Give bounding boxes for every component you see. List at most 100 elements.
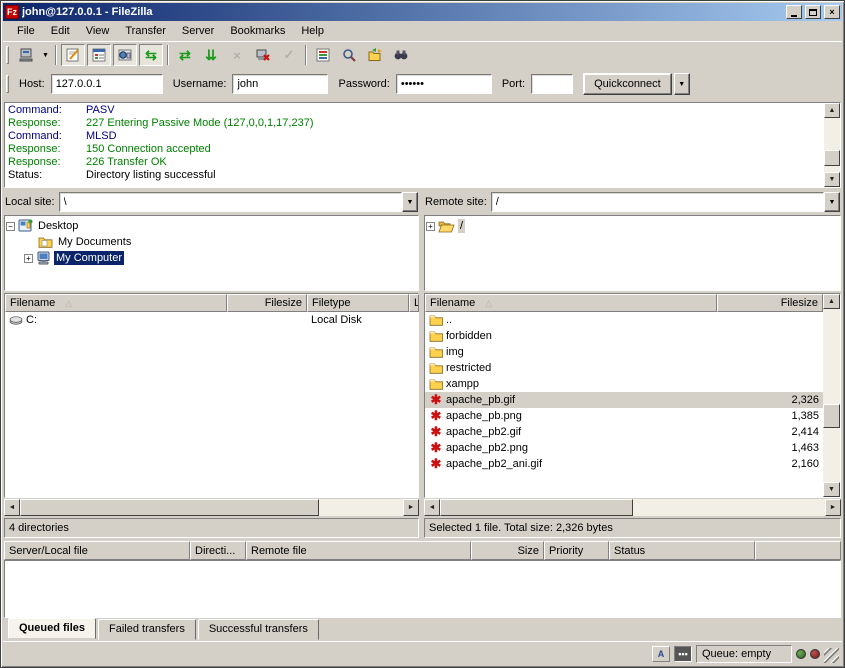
expander-expanded-icon[interactable]: − xyxy=(6,222,15,231)
local-site-combo[interactable]: ▼ xyxy=(59,192,418,212)
log-vertical-scrollbar[interactable]: ▲ ▼ xyxy=(824,103,840,187)
tab-failed-transfers[interactable]: Failed transfers xyxy=(98,619,196,640)
directory-comparison-button[interactable] xyxy=(337,44,361,66)
transfer-type-icon[interactable]: A xyxy=(652,646,670,662)
menu-help[interactable]: Help xyxy=(293,22,332,40)
maximize-button[interactable] xyxy=(805,5,821,19)
remote-file-row[interactable]: img xyxy=(425,344,823,360)
tree-item-my-documents[interactable]: My Documents xyxy=(6,234,417,250)
resize-grip[interactable] xyxy=(824,648,839,663)
scroll-track[interactable] xyxy=(824,118,840,172)
scroll-thumb[interactable] xyxy=(824,150,840,166)
column-header-filename[interactable]: Filename △ xyxy=(425,294,717,312)
local-site-dropdown[interactable]: ▼ xyxy=(402,192,418,212)
local-site-input[interactable] xyxy=(59,192,402,212)
expander-collapsed-icon[interactable]: + xyxy=(24,254,33,263)
queue-body[interactable] xyxy=(4,560,841,618)
host-input[interactable] xyxy=(51,74,163,94)
remote-file-row[interactable]: ✱apache_pb2.png 1,463 xyxy=(425,440,823,456)
quickconnect-dropdown[interactable]: ▼ xyxy=(674,73,690,95)
column-header-filetype[interactable]: Filetype xyxy=(307,294,409,312)
toggle-message-log-button[interactable] xyxy=(61,44,85,66)
toggle-local-tree-button[interactable] xyxy=(87,44,111,66)
title-bar[interactable]: Fz john@127.0.0.1 - FileZilla × xyxy=(3,3,842,21)
menu-view[interactable]: View xyxy=(78,22,118,40)
remote-file-row[interactable]: ✱apache_pb2_ani.gif 2,160 xyxy=(425,456,823,472)
tree-item-root[interactable]: + / xyxy=(426,218,839,234)
site-manager-dropdown[interactable]: ▼ xyxy=(39,44,52,66)
remote-file-row-selected[interactable]: ✱apache_pb.gif 2,326 xyxy=(425,392,823,408)
scroll-down-button[interactable]: ▼ xyxy=(824,172,840,187)
scroll-up-button[interactable]: ▲ xyxy=(823,294,840,309)
process-queue-button[interactable]: ⇊ xyxy=(199,44,223,66)
scroll-track[interactable] xyxy=(440,499,825,516)
speed-limit-icon[interactable]: ••• xyxy=(674,646,692,662)
menu-server[interactable]: Server xyxy=(174,22,222,40)
remote-file-row[interactable]: ✱apache_pb2.gif 2,414 xyxy=(425,424,823,440)
find-files-button[interactable] xyxy=(389,44,413,66)
menu-file[interactable]: File xyxy=(9,22,43,40)
local-list-body[interactable]: C: Local Disk xyxy=(5,312,418,497)
port-input[interactable] xyxy=(531,74,573,94)
column-header-direction[interactable]: Directi... xyxy=(190,541,246,560)
remote-file-row[interactable]: .. xyxy=(425,312,823,328)
scroll-thumb[interactable] xyxy=(823,404,840,428)
scroll-left-button[interactable]: ◄ xyxy=(4,499,20,516)
remote-file-row[interactable]: ✱apache_pb.png 1,385 xyxy=(425,408,823,424)
column-header-priority[interactable]: Priority xyxy=(544,541,609,560)
username-input[interactable] xyxy=(232,74,328,94)
minimize-button[interactable] xyxy=(786,5,802,19)
column-header-last-modified[interactable]: L xyxy=(409,294,419,312)
scroll-right-button[interactable]: ► xyxy=(825,499,841,516)
column-header-filename[interactable]: Filename △ xyxy=(5,294,227,312)
site-manager-button[interactable] xyxy=(14,44,38,66)
password-input[interactable] xyxy=(396,74,492,94)
scroll-up-button[interactable]: ▲ xyxy=(824,103,840,118)
scroll-thumb[interactable] xyxy=(440,499,633,516)
column-header-filesize[interactable]: Filesize xyxy=(717,294,823,312)
menu-transfer[interactable]: Transfer xyxy=(117,22,174,40)
quickconnect-grip[interactable] xyxy=(6,75,9,93)
remote-tree[interactable]: + / xyxy=(424,215,841,291)
column-header-remote-file[interactable]: Remote file xyxy=(246,541,471,560)
refresh-button[interactable]: ⇄ xyxy=(173,44,197,66)
toggle-remote-tree-button[interactable] xyxy=(113,44,137,66)
local-file-row[interactable]: C: Local Disk xyxy=(5,312,418,328)
tree-item-desktop[interactable]: − Desktop xyxy=(6,218,417,234)
remote-horizontal-scrollbar[interactable]: ◄ ► xyxy=(424,499,841,516)
remote-file-row[interactable]: forbidden xyxy=(425,328,823,344)
cancel-operation-button[interactable]: × xyxy=(225,44,249,66)
local-tree[interactable]: − Desktop My Documents + xyxy=(4,215,419,291)
message-log-lines[interactable]: Command:PASV Response:227 Entering Passi… xyxy=(5,103,824,187)
close-button[interactable]: × xyxy=(824,5,840,19)
expander-collapsed-icon[interactable]: + xyxy=(426,222,435,231)
remote-site-input[interactable] xyxy=(491,192,824,212)
scroll-track[interactable] xyxy=(823,309,840,482)
scroll-down-button[interactable]: ▼ xyxy=(823,482,840,497)
column-header-status[interactable]: Status xyxy=(609,541,755,560)
remote-vertical-scrollbar[interactable]: ▲ ▼ xyxy=(823,294,840,497)
quickconnect-button[interactable]: Quickconnect xyxy=(583,73,672,95)
column-header-filesize[interactable]: Filesize xyxy=(227,294,307,312)
disconnect-button[interactable] xyxy=(251,44,275,66)
filter-button[interactable] xyxy=(311,44,335,66)
column-header-size[interactable]: Size xyxy=(471,541,544,560)
scroll-left-button[interactable]: ◄ xyxy=(424,499,440,516)
remote-site-combo[interactable]: ▼ xyxy=(491,192,840,212)
local-horizontal-scrollbar[interactable]: ◄ ► xyxy=(4,499,419,516)
toolbar-grip[interactable] xyxy=(6,46,9,64)
toggle-transfer-queue-button[interactable]: ⇆ xyxy=(139,44,163,66)
scroll-thumb[interactable] xyxy=(20,499,319,516)
synchronized-browsing-button[interactable] xyxy=(363,44,387,66)
menu-edit[interactable]: Edit xyxy=(43,22,78,40)
scroll-right-button[interactable]: ► xyxy=(403,499,419,516)
remote-file-row[interactable]: xampp xyxy=(425,376,823,392)
reconnect-button[interactable]: ✓ xyxy=(277,44,301,66)
column-header-server-local-file[interactable]: Server/Local file xyxy=(4,541,190,560)
scroll-track[interactable] xyxy=(20,499,403,516)
remote-list-body[interactable]: .. forbidden img restricted xyxy=(425,312,823,497)
menu-bookmarks[interactable]: Bookmarks xyxy=(222,22,293,40)
tab-queued-files[interactable]: Queued files xyxy=(8,618,96,639)
remote-site-dropdown[interactable]: ▼ xyxy=(824,192,840,212)
remote-file-row[interactable]: restricted xyxy=(425,360,823,376)
